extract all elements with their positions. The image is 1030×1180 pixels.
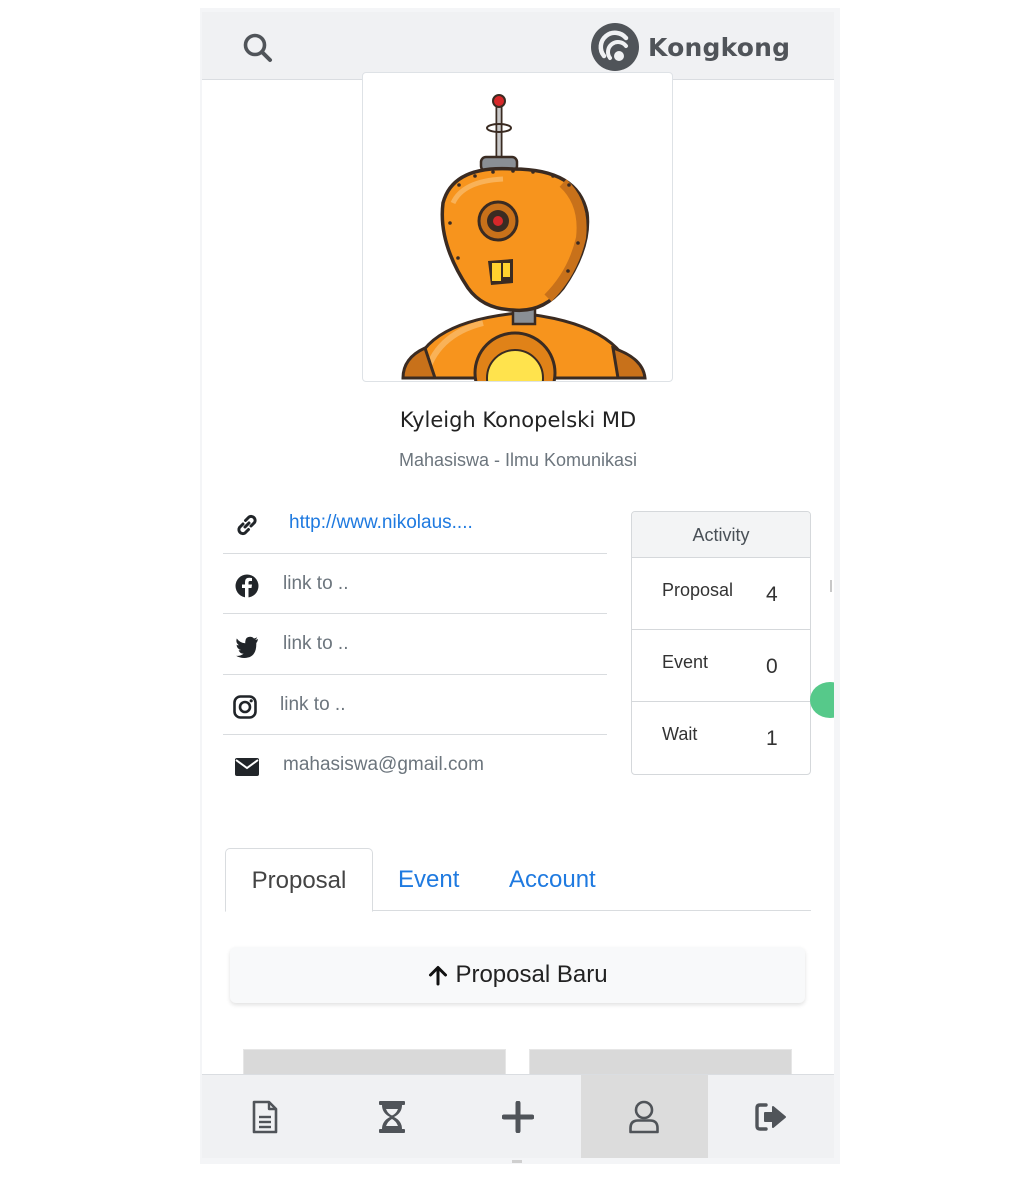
email-address: mahasiswa@gmail.com — [283, 754, 484, 775]
app-container: Kongkong Kyleigh Konopelski MD Mahasiswa… — [202, 12, 834, 1158]
profile-tabs: Proposal Event Account — [225, 848, 811, 912]
activity-row-event: Event 0 — [632, 630, 810, 702]
contact-item-email: mahasiswa@gmail.com — [223, 735, 607, 796]
avatar — [362, 72, 673, 382]
link-icon — [237, 514, 257, 536]
document-icon — [252, 1100, 278, 1133]
nav-item-pending[interactable] — [328, 1075, 454, 1158]
new-proposal-button[interactable]: Proposal Baru — [230, 947, 805, 1003]
envelope-icon — [235, 758, 259, 776]
website-link[interactable]: http://www.nikolaus.... — [289, 493, 473, 553]
activity-row-wait: Wait 1 — [632, 702, 810, 774]
profile-name: Kyleigh Konopelski MD — [399, 408, 637, 432]
top-header: Kongkong — [202, 12, 834, 80]
scroll-indicator — [830, 580, 832, 592]
activity-count: 1 — [766, 727, 778, 750]
tab-account[interactable]: Account — [509, 848, 596, 911]
new-proposal-label: Proposal Baru — [455, 961, 608, 988]
contact-item-twitter: link to .. — [223, 614, 607, 675]
search-icon[interactable] — [240, 30, 276, 66]
instagram-icon — [233, 694, 257, 719]
activity-label: Proposal — [662, 580, 734, 600]
contact-item-website: http://www.nikolaus.... — [223, 493, 607, 554]
instagram-link[interactable]: link to .. — [280, 675, 345, 735]
nav-item-proposals[interactable] — [202, 1075, 328, 1158]
plus-icon — [502, 1100, 535, 1133]
contact-list: http://www.nikolaus.... link to .. link … — [223, 493, 607, 796]
tab-proposal[interactable]: Proposal — [225, 848, 373, 912]
activity-count: 4 — [766, 583, 778, 606]
online-status-dot — [810, 682, 834, 718]
brand[interactable]: Kongkong — [590, 22, 790, 72]
arrow-up-icon — [429, 966, 448, 986]
scroll-mark — [512, 1160, 522, 1163]
brand-name: Kongkong — [648, 32, 791, 62]
facebook-link[interactable]: link to .. — [283, 554, 348, 614]
activity-row-proposal: Proposal 4 — [632, 558, 810, 630]
activity-title: Activity — [632, 512, 810, 558]
orange-robot-avatar — [401, 94, 647, 381]
nav-item-add[interactable] — [455, 1075, 581, 1158]
tab-event[interactable]: Event — [398, 848, 459, 911]
activity-card: Activity Proposal 4 Event 0 Wait 1 — [631, 511, 811, 775]
profile-role: Mahasiswa - Ilmu Komunikasi — [398, 450, 638, 470]
nav-item-logout[interactable] — [708, 1075, 834, 1158]
activity-label: Event — [662, 652, 709, 672]
facebook-icon — [235, 574, 259, 597]
activity-label: Wait — [662, 724, 698, 744]
nav-item-profile[interactable] — [581, 1075, 708, 1158]
contact-item-facebook: link to .. — [223, 554, 607, 614]
contact-item-instagram: link to .. — [223, 675, 607, 735]
hourglass-icon — [378, 1100, 405, 1133]
kongkong-logo-icon — [591, 23, 639, 71]
twitter-icon — [236, 636, 258, 658]
user-icon — [629, 1100, 660, 1133]
activity-count: 0 — [766, 655, 778, 678]
twitter-link[interactable]: link to .. — [283, 614, 348, 674]
sign-out-icon — [755, 1102, 786, 1131]
bottom-nav — [202, 1074, 834, 1158]
